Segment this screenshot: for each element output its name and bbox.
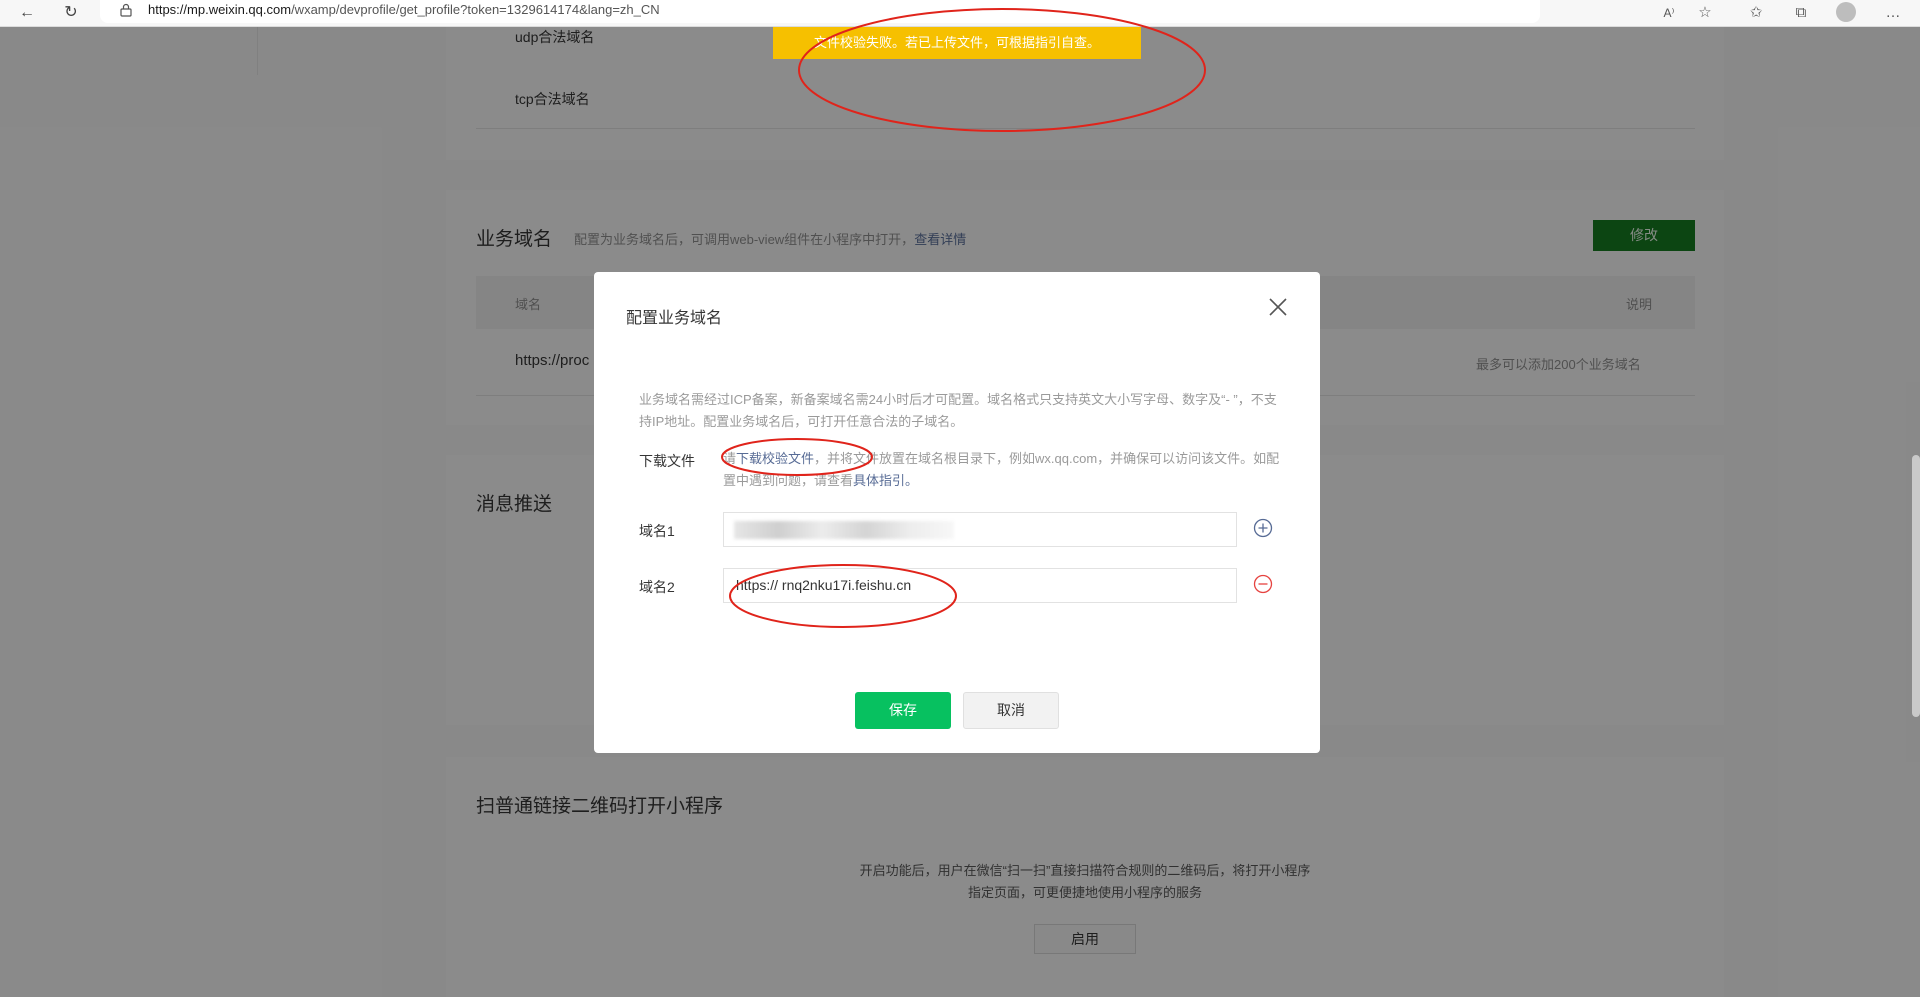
favorites-icon[interactable]: ✩	[1745, 2, 1767, 24]
page-scrollbar[interactable]	[1912, 455, 1920, 717]
read-aloud-icon[interactable]: A⁾	[1658, 2, 1680, 24]
address-bar[interactable]: https://mp.weixin.qq.com/wxamp/devprofil…	[100, 0, 1540, 23]
domain1-input[interactable]	[723, 512, 1237, 547]
more-options-icon[interactable]: …	[1882, 2, 1904, 24]
lock-icon	[120, 3, 132, 17]
configure-business-domain-dialog: 配置业务域名 业务域名需经过ICP备案，新备案域名需24小时后才可配置。域名格式…	[594, 272, 1320, 753]
redacted-value	[734, 521, 954, 539]
browser-toolbar: ← ↻ https://mp.weixin.qq.com/wxamp/devpr…	[0, 0, 1920, 27]
refresh-icon[interactable]: ↻	[60, 2, 82, 24]
error-toast: 文件校验失败。若已上传文件，可根据指引自查。	[773, 27, 1141, 59]
dialog-title: 配置业务域名	[626, 310, 723, 327]
collections-icon[interactable]: ⧉	[1790, 2, 1812, 24]
save-button[interactable]: 保存	[855, 692, 951, 729]
remove-domain-icon[interactable]	[1253, 574, 1273, 594]
url-host: https://mp.weixin.qq.com	[148, 2, 292, 17]
url-path: /wxamp/devprofile/get_profile?token=1329…	[291, 2, 660, 17]
download-file-label: 下载文件	[639, 453, 695, 469]
domain2-label: 域名2	[639, 579, 675, 595]
domain2-input[interactable]: https:// rnq2nku17i.feishu.cn	[723, 568, 1237, 603]
dialog-description: 业务域名需经过ICP备案，新备案域名需24小时后才可配置。域名格式只支持英文大小…	[639, 392, 1277, 429]
close-icon[interactable]	[1267, 296, 1289, 318]
download-instructions: 请下载校验文件，并将文件放置在域名根目录下，例如wx.qq.com，并确保可以访…	[723, 451, 1280, 488]
back-icon[interactable]: ←	[16, 2, 38, 24]
profile-avatar[interactable]	[1836, 2, 1856, 22]
favorite-add-icon[interactable]: ☆	[1694, 2, 1716, 24]
download-verify-file-link[interactable]: 下载校验文件	[736, 451, 814, 466]
add-domain-icon[interactable]	[1253, 518, 1273, 538]
domain1-label: 域名1	[639, 523, 675, 539]
cancel-button[interactable]: 取消	[963, 692, 1059, 729]
guide-link[interactable]: 具体指引。	[853, 473, 918, 488]
